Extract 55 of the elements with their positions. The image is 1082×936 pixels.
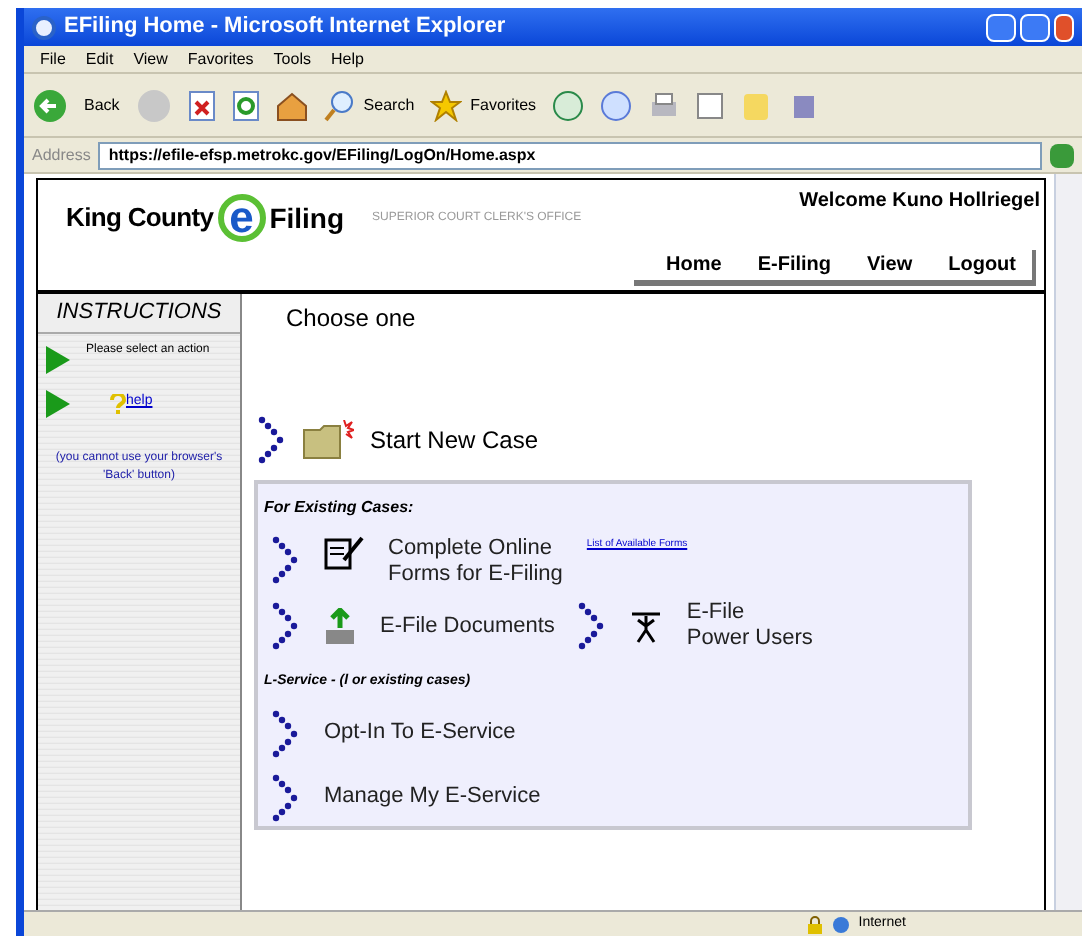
globe-icon: [832, 915, 851, 933]
back-button[interactable]: Back: [84, 93, 120, 117]
stop-icon[interactable]: [187, 89, 216, 121]
nav-link[interactable]: View: [867, 250, 913, 280]
printer-icon[interactable]: [648, 89, 681, 121]
nav-link[interactable]: E-Filing: [757, 250, 832, 280]
chevron-icon: [272, 773, 300, 821]
favorites-button[interactable]: Favorites: [470, 93, 537, 117]
menu-item[interactable]: Help: [330, 47, 364, 71]
weightlifter-icon: [630, 608, 663, 644]
chevron-icon: [578, 602, 607, 650]
close-button[interactable]: [1054, 13, 1074, 41]
question-icon: [110, 393, 126, 413]
sidebar-title: INSTRUCTIONS: [38, 294, 240, 333]
star-icon[interactable]: [430, 89, 463, 121]
menu-item[interactable]: Tools: [273, 47, 311, 71]
play-icon: [46, 389, 70, 417]
search-button[interactable]: Search: [363, 93, 415, 117]
service-link[interactable]: Manage My E-Service: [272, 773, 962, 821]
play-icon: [46, 345, 70, 373]
logo-text: Filing: [269, 199, 345, 238]
minimize-button[interactable]: [986, 13, 1016, 41]
window-title: EFiling Home - Microsoft Internet Explorer: [64, 12, 506, 43]
welcome-text: Welcome Kuno Hollriegel: [799, 188, 1040, 216]
section-title: For Existing Cases:: [264, 496, 416, 520]
address-label: Address: [32, 143, 91, 167]
chevron-icon: [272, 709, 300, 757]
lock-icon: [806, 915, 825, 933]
logo-text: King County: [66, 200, 214, 237]
chevron-icon: [258, 416, 286, 464]
search-icon[interactable]: [323, 89, 356, 121]
address-field[interactable]: https://efile-efsp.metrokc.gov/EFiling/LogOn/Home.aspx: [98, 141, 1042, 169]
home-icon[interactable]: [275, 89, 308, 121]
efile-documents-link[interactable]: E-File Documents: [380, 609, 555, 643]
maximize-button[interactable]: [1020, 13, 1050, 41]
complete-forms-link[interactable]: Complete Online Forms for E-Filing: [388, 536, 563, 588]
page-heading: Choose one: [286, 302, 418, 336]
scrollbar[interactable]: [1054, 174, 1082, 910]
document-icon[interactable]: [696, 91, 725, 119]
start-new-case-link[interactable]: Start New Case: [258, 416, 972, 464]
nav-link[interactable]: Logout: [948, 250, 1016, 280]
power-users-link[interactable]: E-File Power Users: [686, 600, 813, 652]
logo-badge: e: [217, 194, 266, 242]
menu-item[interactable]: View: [133, 47, 168, 71]
menu-item[interactable]: File: [40, 47, 66, 71]
chevron-icon: [272, 602, 300, 650]
go-button[interactable]: [1050, 143, 1074, 167]
chevron-icon: [272, 536, 300, 584]
refresh-icon[interactable]: [231, 89, 260, 121]
menu-item[interactable]: Favorites: [187, 47, 254, 71]
service-link[interactable]: Opt-In To E-Service: [272, 709, 962, 757]
upload-icon: [324, 608, 356, 644]
nav-link[interactable]: Home: [666, 250, 722, 280]
menu-item[interactable]: Edit: [85, 47, 114, 71]
form-pen-icon: [324, 536, 364, 572]
